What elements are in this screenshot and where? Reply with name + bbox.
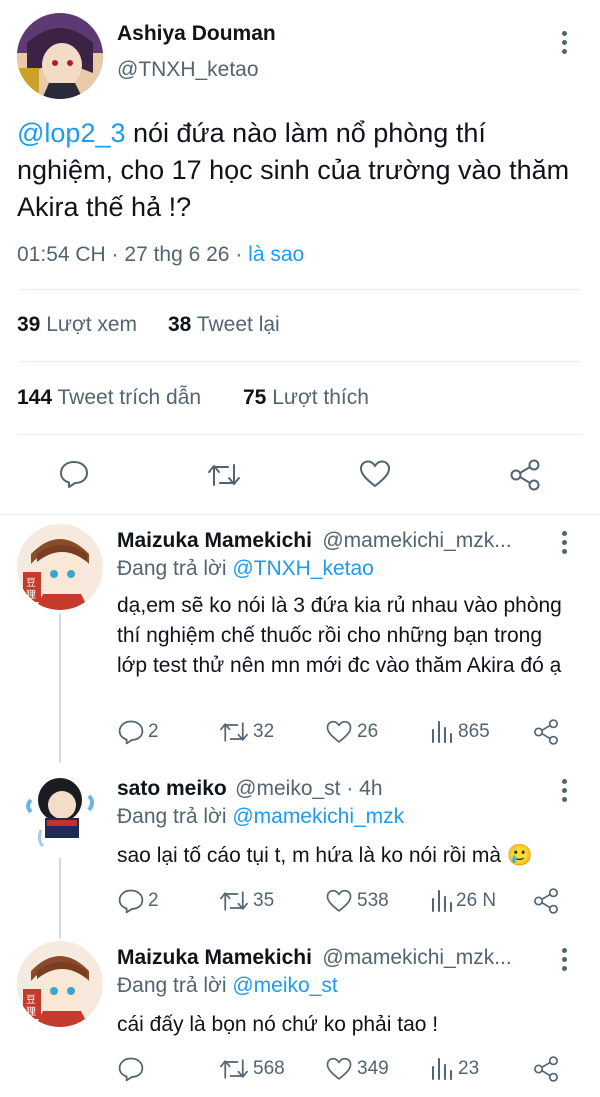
reply-icon	[60, 461, 88, 488]
more-options-icon[interactable]	[562, 531, 568, 558]
share-button[interactable]	[532, 718, 560, 746]
replying-to-link[interactable]: @mamekichi_mzk	[232, 805, 404, 828]
reply-text: cái đấy là bọn nó chứ ko phải tao !	[117, 1013, 439, 1036]
divider	[18, 361, 582, 362]
retweet-button[interactable]: 568	[218, 1055, 285, 1083]
retweet-button[interactable]: 35	[218, 887, 274, 915]
share-icon	[534, 719, 558, 745]
retweet-count: 32	[253, 721, 275, 742]
share-button[interactable]	[532, 1055, 560, 1083]
replying-to: Đang trả lời @meiko_st	[117, 974, 338, 997]
heart-icon	[326, 1057, 352, 1080]
like-button[interactable]: 349	[325, 1055, 389, 1083]
reply-button[interactable]: 2	[117, 718, 159, 746]
like-button[interactable]	[358, 458, 392, 490]
views-count: 865	[458, 721, 490, 742]
views-button[interactable]: 26 N	[430, 887, 496, 915]
retweet-button[interactable]	[206, 459, 242, 491]
replying-to-link[interactable]: @TNXH_ketao	[232, 557, 374, 580]
analytics-icon	[432, 1058, 452, 1080]
tweet-meta: 01:54 CH · 27 thg 6 26 · là sao	[17, 243, 305, 266]
svg-text:豆: 豆	[26, 577, 36, 589]
likes-stat[interactable]: 75 Lượt thích	[243, 386, 369, 410]
reply-header: Maizuka Mamekichi @mamekichi_mzk...	[117, 529, 512, 553]
reply-author-handle[interactable]: @meiko_st · 4h	[235, 777, 382, 800]
retweet-icon	[220, 891, 248, 911]
analytics-icon	[432, 890, 452, 912]
views-button[interactable]: 23	[430, 1055, 479, 1083]
retweet-count: 568	[253, 1058, 285, 1079]
more-options-icon[interactable]	[562, 779, 568, 806]
reply-header: sato meiko @meiko_st · 4h	[117, 777, 383, 801]
tweet-time: 01:54 CH	[17, 243, 106, 266]
thread-line	[59, 614, 61, 762]
analytics-icon	[432, 721, 452, 743]
share-icon	[534, 1056, 558, 1082]
reply-avatar[interactable]: 豆 狸	[17, 941, 103, 1027]
replying-to-link[interactable]: @meiko_st	[232, 974, 337, 997]
views-button[interactable]: 865	[430, 718, 490, 746]
like-count: 349	[357, 1058, 389, 1079]
share-icon	[510, 459, 540, 491]
retweets-stat[interactable]: 38 Tweet lại	[168, 313, 280, 337]
views-stat[interactable]: 39 Lượt xem	[17, 313, 137, 337]
reply-author-name[interactable]: Maizuka Mamekichi	[117, 529, 312, 552]
reply-icon	[118, 889, 144, 914]
share-button[interactable]	[508, 458, 542, 492]
share-icon	[534, 888, 558, 914]
tweet-date: 27 thg 6 26	[124, 243, 230, 266]
retweet-count: 35	[253, 890, 275, 911]
author-avatar[interactable]	[17, 13, 103, 99]
views-count: 26 N	[456, 890, 497, 911]
reply-button[interactable]	[117, 1055, 148, 1083]
heart-icon	[326, 720, 352, 743]
quotes-stat[interactable]: 144 Tweet trích dẫn	[17, 386, 201, 410]
divider	[18, 434, 582, 435]
reply-text: dạ,em sẽ ko nói là 3 đứa kia rủ nhau vào…	[117, 594, 562, 677]
reply-button[interactable]	[58, 458, 90, 490]
thread-line	[59, 858, 61, 938]
retweet-button[interactable]: 32	[218, 718, 274, 746]
svg-text:狸: 狸	[26, 1006, 36, 1018]
retweet-icon	[220, 1059, 248, 1079]
svg-text:豆: 豆	[26, 994, 36, 1006]
tweet-text: @lop2_3 nói đứa nào làm nổ phòng thí ngh…	[17, 115, 577, 226]
reply-avatar[interactable]: 豆 狸	[17, 524, 103, 610]
share-button[interactable]	[532, 887, 560, 915]
reply-author-name[interactable]: Maizuka Mamekichi	[117, 946, 312, 969]
reply-icon	[118, 1057, 144, 1082]
like-button[interactable]: 26	[325, 718, 378, 746]
reply-icon	[118, 720, 144, 745]
views-count: 23	[458, 1058, 480, 1079]
author-name[interactable]: Ashiya Douman	[117, 22, 276, 46]
retweet-icon	[208, 464, 240, 486]
tweet-source-link[interactable]: là sao	[248, 243, 304, 266]
mention-link[interactable]: @lop2_3	[17, 118, 126, 148]
reply-text: sao lại tố cáo tụi t, m hứa là ko nói rồ…	[117, 844, 534, 867]
reply-count: 2	[148, 890, 159, 911]
reply-header: Maizuka Mamekichi @mamekichi_mzk...	[117, 946, 512, 970]
reply-author-handle[interactable]: @mamekichi_mzk...	[322, 946, 511, 969]
reply-button[interactable]: 2	[117, 887, 159, 915]
more-options-icon[interactable]	[562, 948, 568, 975]
retweet-icon	[220, 722, 248, 742]
heart-icon	[360, 460, 390, 487]
section-divider	[0, 514, 600, 515]
more-options-icon[interactable]	[562, 31, 568, 58]
reply-author-handle[interactable]: @mamekichi_mzk...	[322, 529, 511, 552]
author-handle[interactable]: @TNXH_ketao	[117, 58, 259, 82]
divider	[18, 289, 582, 290]
like-count: 26	[357, 721, 379, 742]
heart-icon	[326, 889, 352, 912]
reply-author-name[interactable]: sato meiko	[117, 777, 227, 800]
svg-text:狸: 狸	[26, 589, 36, 601]
replying-to: Đang trả lời @TNXH_ketao	[117, 557, 374, 580]
reply-count: 2	[148, 721, 159, 742]
like-count: 538	[357, 890, 389, 911]
reply-avatar[interactable]	[17, 770, 103, 856]
replying-to: Đang trả lời @mamekichi_mzk	[117, 805, 405, 828]
like-button[interactable]: 538	[325, 887, 389, 915]
